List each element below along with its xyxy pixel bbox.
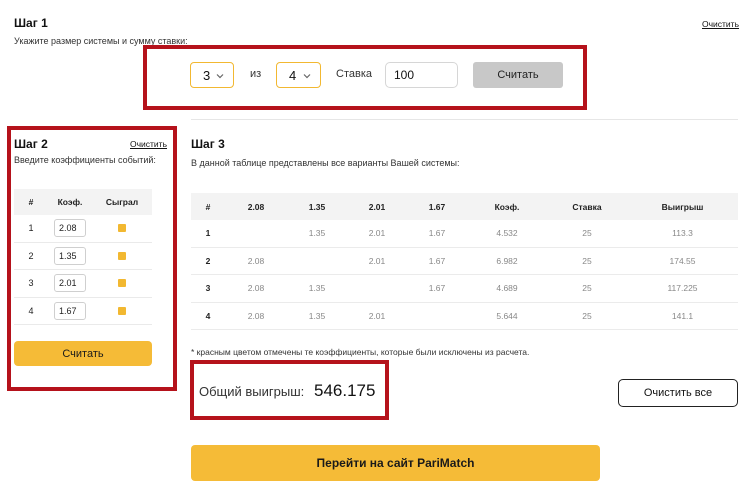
table-cell: 1.35 <box>308 310 326 321</box>
table-cell: 2.01 <box>368 228 386 239</box>
chevron-down-icon <box>303 74 311 79</box>
table-cell: 4.532 <box>496 228 518 239</box>
header-cell: Ставка <box>572 201 602 212</box>
table-cell: 117.225 <box>667 283 698 294</box>
system-total-value: 4 <box>289 67 297 83</box>
table-cell: 2.01 <box>368 310 386 321</box>
row-num: 4 <box>28 305 34 316</box>
row-num: 1 <box>28 223 34 234</box>
go-to-parimatch-button[interactable]: Перейти на сайт PariMatch <box>191 445 600 481</box>
table-cell: 25 <box>582 228 592 239</box>
won-checkbox[interactable] <box>118 251 126 260</box>
table-cell: 1 <box>205 228 211 239</box>
koef-input[interactable]: 2.08 <box>54 219 86 238</box>
header-cell: 2.01 <box>368 201 386 212</box>
step1-title: Шаг 1 <box>14 16 48 30</box>
koef-input[interactable]: 1.35 <box>54 246 86 265</box>
table-row: 3 2.01 <box>14 270 152 298</box>
col-koef: Коэф. <box>57 197 83 207</box>
header-cell: 1.35 <box>308 201 326 212</box>
table-cell: 6.982 <box>496 255 518 266</box>
table-row: 1 2.08 <box>14 215 152 243</box>
step1-calc-button[interactable]: Считать <box>473 62 563 88</box>
table-cell: 1.35 <box>308 228 326 239</box>
coefficients-table: # Коэф. Сыграл 1 2.08 2 1.35 3 2.01 4 1.… <box>14 189 152 325</box>
koef-input[interactable]: 1.67 <box>54 301 86 320</box>
table-cell: 113.3 <box>672 228 693 239</box>
header-cell: 1.67 <box>428 201 446 212</box>
table-cell: 25 <box>582 310 592 321</box>
table-cell: 2 <box>205 255 211 266</box>
step3-subtitle: В данной таблице представлены все вариан… <box>191 158 460 168</box>
table-cell: 4.689 <box>496 283 518 294</box>
total-label: Общий выигрыш: <box>199 384 305 399</box>
divider <box>191 119 738 120</box>
table-row: 4 2.08 1.35 2.01 5.644 25 141.1 <box>191 303 738 330</box>
table-cell: 1.35 <box>308 283 326 294</box>
header-cell: Выигрыш <box>661 201 704 212</box>
system-table-header: # 2.08 1.35 2.01 1.67 Коэф. Ставка Выигр… <box>191 193 738 220</box>
table-cell: 2.01 <box>368 255 386 266</box>
header-cell: 2.08 <box>247 201 265 212</box>
step2-calc-button[interactable]: Считать <box>14 341 152 366</box>
total-value: 546.175 <box>314 381 376 400</box>
coefficients-table-header: # Коэф. Сыграл <box>14 189 152 215</box>
step1-clear-link[interactable]: Очистить <box>702 19 739 29</box>
excluded-note: * красным цветом отмечены те коэффициент… <box>191 347 530 357</box>
koef-input[interactable]: 2.01 <box>54 274 86 293</box>
col-won: Сыграл <box>105 197 139 207</box>
table-cell: 25 <box>582 283 592 294</box>
won-checkbox[interactable] <box>118 279 126 288</box>
step2-subtitle: Введите коэффициенты событий: <box>14 155 156 165</box>
row-num: 2 <box>28 250 34 261</box>
table-row: 4 1.67 <box>14 298 152 325</box>
table-cell: 25 <box>582 255 592 266</box>
table-cell: 1.67 <box>428 255 446 266</box>
system-size-select[interactable]: 3 <box>190 62 234 88</box>
table-cell: 2.08 <box>247 283 265 294</box>
system-total-select[interactable]: 4 <box>276 62 321 88</box>
table-cell: 141.1 <box>671 310 694 321</box>
chevron-down-icon <box>216 74 224 79</box>
stake-input[interactable]: 100 <box>385 62 458 88</box>
col-num: # <box>28 197 34 207</box>
step2-title: Шаг 2 <box>14 137 48 151</box>
header-cell: # <box>205 201 211 212</box>
won-checkbox[interactable] <box>118 224 126 233</box>
table-row: 1 1.35 2.01 1.67 4.532 25 113.3 <box>191 220 738 248</box>
table-row: 2 1.35 <box>14 243 152 270</box>
table-cell: 3 <box>205 283 211 294</box>
table-cell: 5.644 <box>496 310 518 321</box>
row-num: 3 <box>28 278 34 289</box>
system-variants-table: # 2.08 1.35 2.01 1.67 Коэф. Ставка Выигр… <box>191 193 738 330</box>
table-cell: 1.67 <box>428 228 446 239</box>
system-size-value: 3 <box>203 67 211 83</box>
header-cell: Коэф. <box>494 201 520 212</box>
table-cell: 4 <box>205 310 211 321</box>
won-checkbox[interactable] <box>118 306 126 315</box>
table-cell: 2.08 <box>247 255 265 266</box>
step2-clear-link[interactable]: Очистить <box>130 139 167 149</box>
table-cell: 1.67 <box>428 283 446 294</box>
system-of-label: из <box>250 68 262 80</box>
step3-title: Шаг 3 <box>191 137 225 151</box>
table-row: 3 2.08 1.35 1.67 4.689 25 117.225 <box>191 275 738 303</box>
table-cell: 174.55 <box>669 255 696 266</box>
table-cell: 2.08 <box>247 310 265 321</box>
table-row: 2 2.08 2.01 1.67 6.982 25 174.55 <box>191 248 738 275</box>
clear-all-button[interactable]: Очистить все <box>618 379 738 407</box>
stake-label: Ставка <box>336 68 372 80</box>
